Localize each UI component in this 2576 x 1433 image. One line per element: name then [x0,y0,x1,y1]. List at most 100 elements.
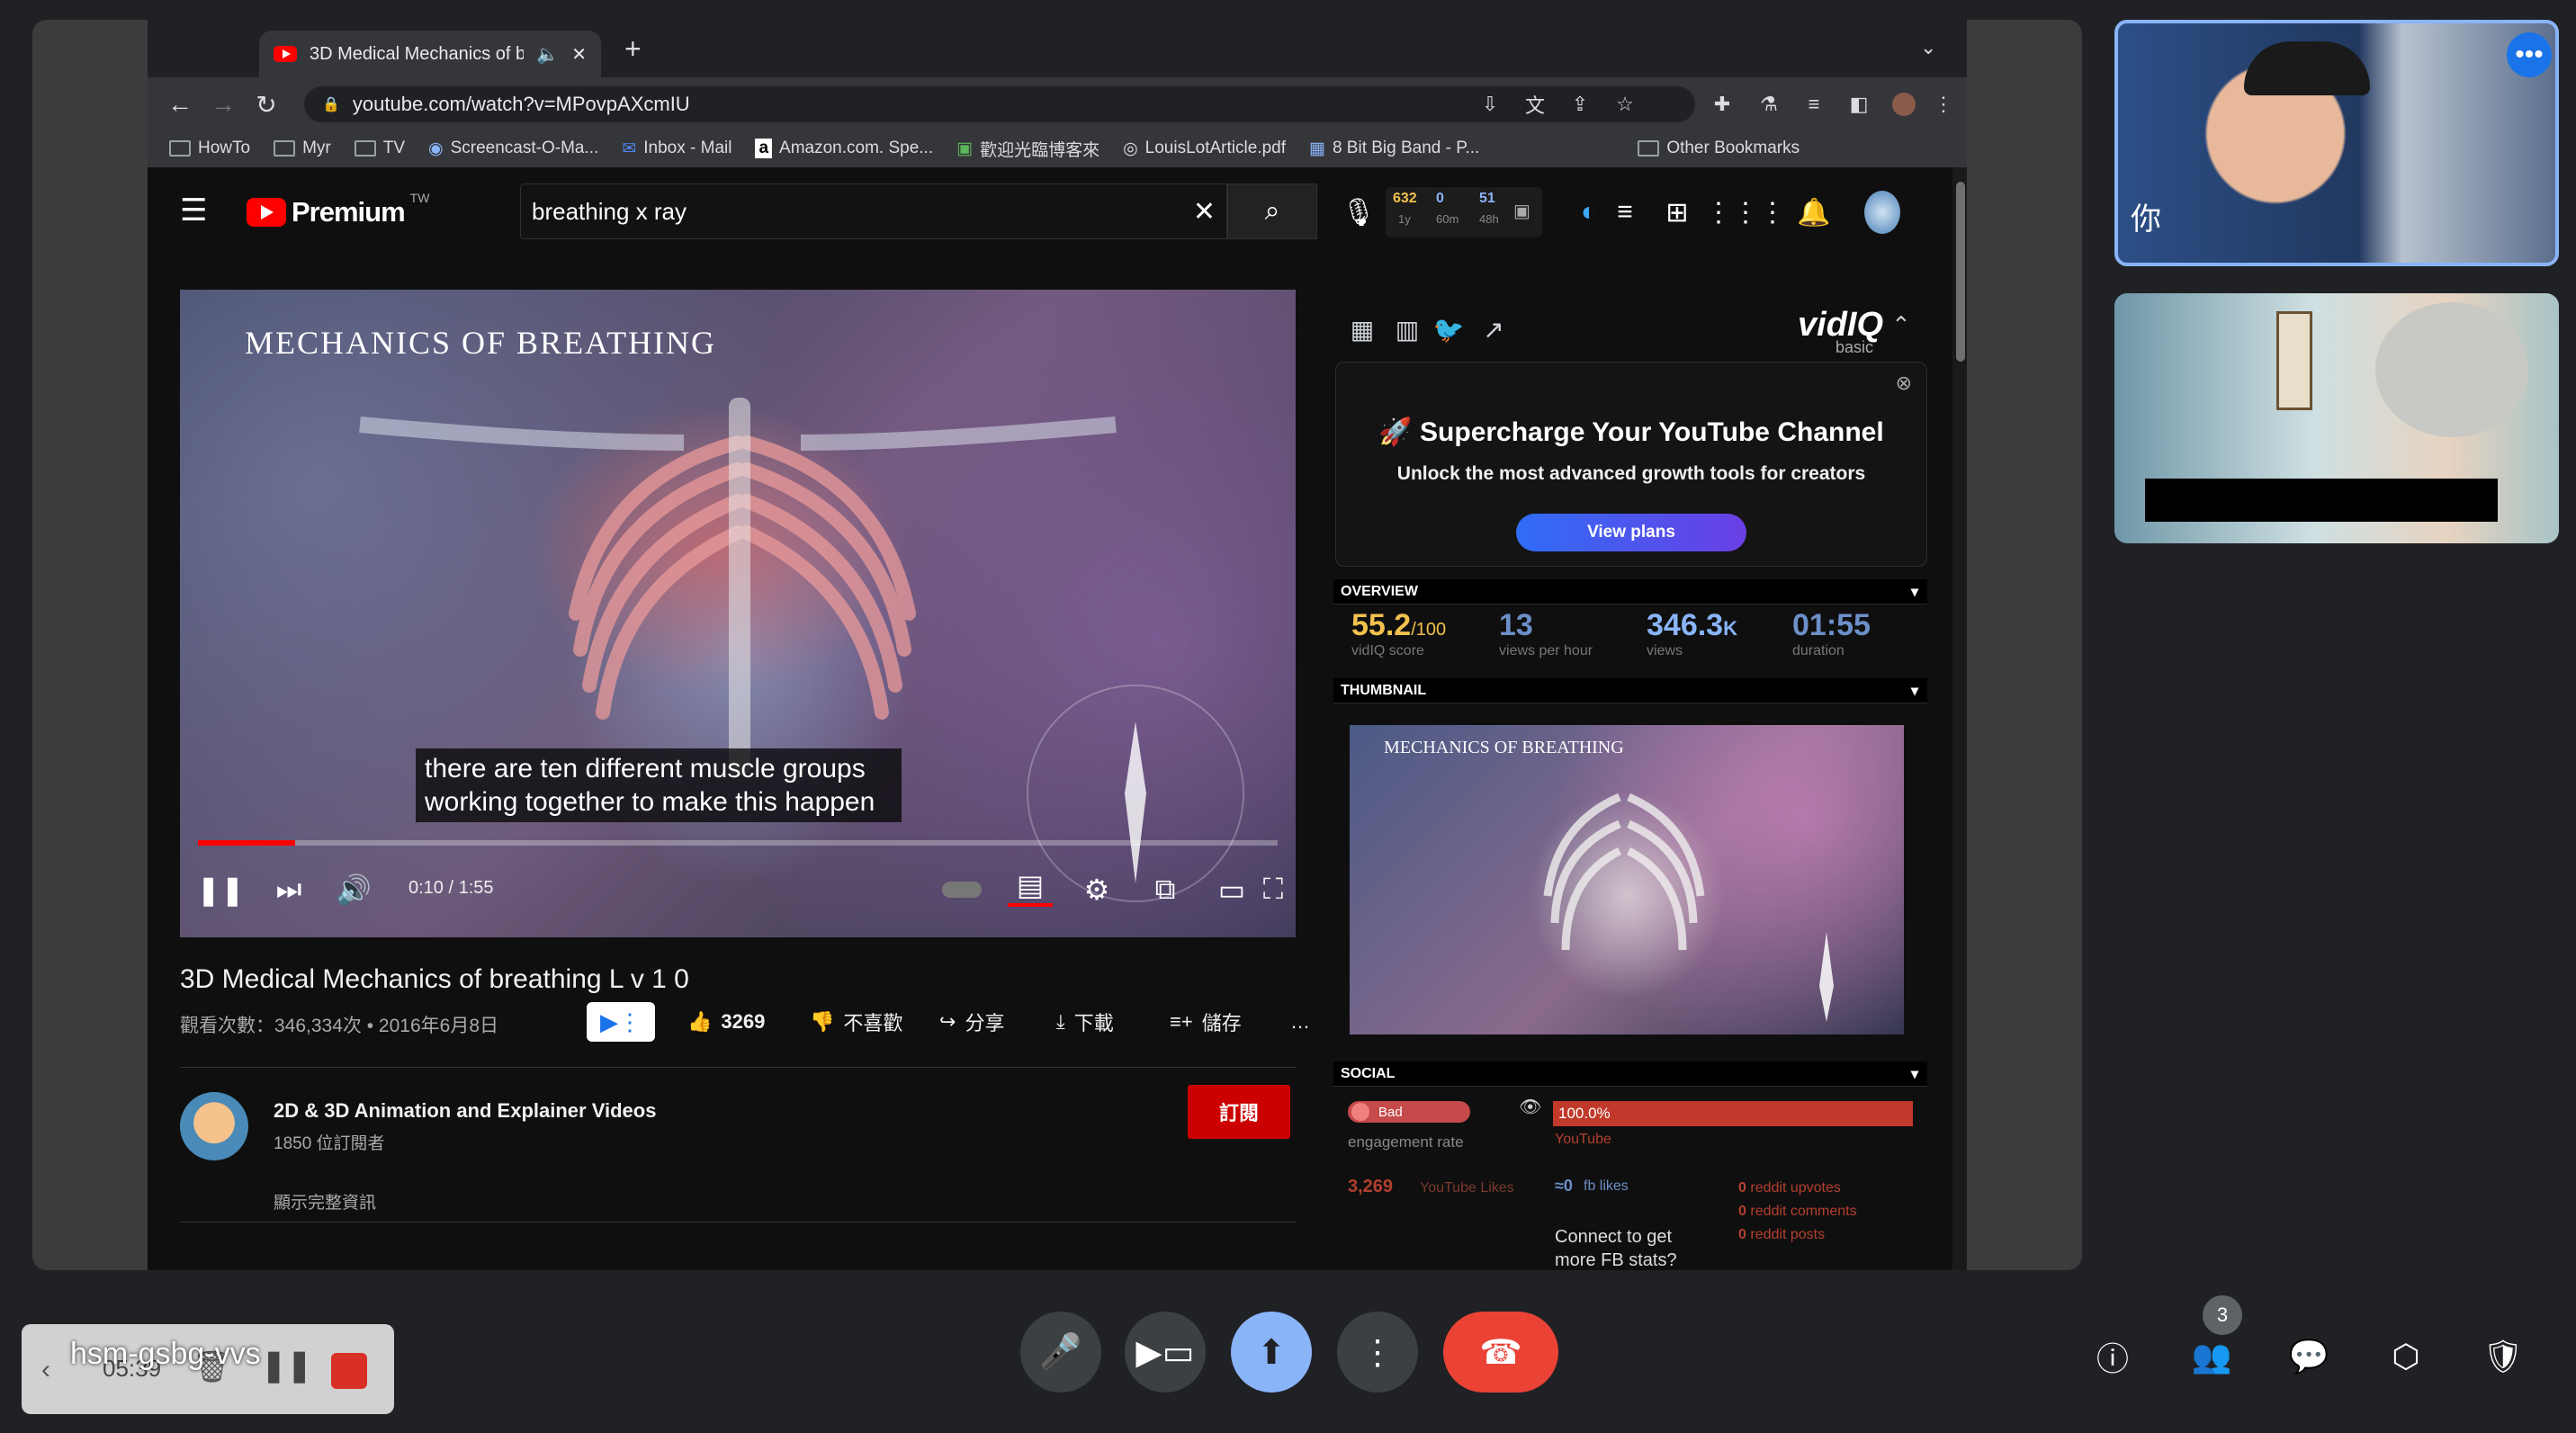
more-options-button[interactable]: ⋮ [1337,1312,1418,1393]
youtube-premium-logo[interactable]: Premium TW [247,191,429,228]
participant-tile-1[interactable]: 你 ••• [2114,20,2559,266]
fullscreen-icon[interactable]: ⛶ [1251,867,1296,912]
install-icon[interactable]: ⇩ [1476,90,1504,119]
host-controls-icon[interactable]: 🛡 [2480,1333,2527,1380]
activities-icon[interactable]: ⬡ [2383,1333,2429,1380]
tile-options-icon[interactable]: ••• [2507,32,2552,77]
close-promo-icon[interactable]: ⊗ [1896,372,1912,395]
vidiq-video-button[interactable]: ▶⋮ [587,1002,655,1042]
chrome-menu-icon[interactable]: ⋮ [1929,90,1958,119]
save-button[interactable]: ≡+ 儲存 [1170,1002,1242,1042]
share-button[interactable]: ↪ 分享 [939,1002,1004,1042]
social-header[interactable]: SOCIAL ▾ [1333,1061,1927,1087]
dislike-button[interactable]: 👎 不喜歡 [810,1002,902,1042]
stop-recording-button[interactable] [331,1353,367,1389]
hamburger-menu-icon[interactable]: ☰ [180,193,207,228]
bar-chart-icon[interactable]: ▥ [1389,311,1425,347]
download-button[interactable]: ⤓ 下載 [1056,1002,1114,1042]
scrollbar-thumb[interactable] [1956,182,1965,362]
extensions-puzzle-icon[interactable]: ✚ [1708,90,1737,119]
side-panel-icon[interactable]: ◧ [1844,90,1873,119]
voice-search-icon[interactable]: 🎙 [1341,194,1377,230]
miniplayer-icon[interactable]: ⧉ [1143,867,1188,912]
bookmark-star-icon[interactable]: ☆ [1611,90,1639,119]
settings-gear-icon[interactable]: ⚙ [1074,867,1119,912]
back-icon[interactable]: ← [164,88,196,121]
bookmark-8bit[interactable]: ▦ 8 Bit Big Band - P... [1309,139,1479,159]
create-video-icon[interactable]: ⊞ [1659,194,1695,230]
bookmark-books[interactable]: ▣ 歡迎光臨博客來 [956,137,1100,161]
lock-icon: 🔒 [322,97,340,112]
subscribe-button[interactable]: 訂閱 [1188,1085,1290,1139]
reading-list-icon[interactable]: ≡ [1800,90,1828,119]
chrome-window: 3D Medical Mechanics of b 🔈 ✕ + ⌄ ← → ↻ … [148,20,1967,1270]
profile-avatar[interactable] [1889,90,1918,119]
meeting-info-icon[interactable]: ⓘ [2089,1333,2136,1380]
bookmark-inbox[interactable]: ✉ Inbox - Mail [622,139,732,159]
bookmark-screencast[interactable]: ◉ Screencast-O-Ma... [428,139,598,159]
thumbs-down-icon: 👎 [810,1010,835,1033]
thumbnail-header[interactable]: THUMBNAIL ▾ [1333,678,1927,703]
twitter-icon[interactable]: 🐦 [1431,311,1467,347]
microphone-button[interactable]: 🎤 [1020,1312,1101,1393]
next-video-icon[interactable]: ⏭ [266,867,311,912]
new-tab-icon[interactable]: + [624,32,642,66]
people-icon[interactable]: 👥 [2188,1333,2235,1380]
bookmark-pdf[interactable]: ◎ LouisLotArticle.pdf [1123,139,1286,159]
tab-close-icon[interactable]: ✕ [571,43,587,66]
bookmark-tv[interactable]: TV [354,139,405,158]
vidiq-stats-extension[interactable]: 632 0 51 1y 60m 48h ▣ [1386,187,1542,237]
visibility-eye-icon[interactable]: 👁 [1519,1096,1541,1118]
notifications-bell-icon[interactable]: 🔔 [1796,194,1832,230]
autoplay-toggle-icon[interactable] [939,867,984,912]
folder-icon [354,140,376,157]
tab-search-chevron-icon[interactable]: ⌄ [1920,36,1936,59]
grid-icon[interactable]: ▦ [1344,311,1380,347]
view-plans-button[interactable]: View plans [1516,514,1746,551]
bookmark-other[interactable]: Other Bookmarks [1638,139,1800,158]
forward-icon[interactable]: → [207,88,239,121]
collapse-chevron-icon[interactable]: ⌃ [1891,311,1911,339]
subtitles-icon[interactable]: ▤ [1008,867,1053,907]
vidiq-toggle-icon[interactable]: ◐ [1571,194,1607,230]
bookmark-amazon[interactable]: a Amazon.com. Spe... [755,139,933,158]
trending-icon[interactable]: ↗ [1476,311,1512,347]
channel-avatar[interactable] [180,1092,248,1160]
bookmark-myr[interactable]: Myr [274,139,331,158]
participant-tile-2[interactable] [2114,293,2559,543]
search-input[interactable]: breathing x ray ✕ [520,184,1227,239]
channel-name[interactable]: 2D & 3D Animation and Explainer Videos [274,1099,656,1123]
pause-icon[interactable]: ❚❚ [196,867,245,912]
chat-icon[interactable]: 💬 [2285,1333,2332,1380]
pause-recording-icon[interactable]: ❚❚ [261,1348,312,1384]
clear-search-icon[interactable]: ✕ [1193,196,1216,228]
globe-icon: ◎ [1123,139,1138,158]
lab-flask-icon[interactable]: ⚗ [1755,90,1783,119]
present-screen-button[interactable]: ⬆ [1231,1312,1312,1393]
bookmark-howto[interactable]: HowTo [169,139,250,158]
connect-fb-prompt[interactable]: Connect to get more FB stats? [1555,1225,1677,1270]
books-icon: ▣ [956,139,974,158]
search-button[interactable]: ⌕ [1227,184,1317,239]
account-avatar[interactable] [1864,191,1900,234]
video-player[interactable]: MECHANICS OF BREATHING there are ten dif… [180,290,1296,937]
reload-icon[interactable]: ↻ [250,88,283,121]
progress-bar[interactable] [198,840,1278,846]
translate-icon[interactable]: 文 [1521,90,1549,119]
more-actions-icon[interactable]: … [1290,1002,1310,1042]
promo-subtitle: Unlock the most advanced growth tools fo… [1396,463,1866,484]
divider [180,1222,1296,1223]
audio-playing-icon[interactable]: 🔈 [536,43,559,66]
list-icon[interactable]: ≡ [1607,194,1643,230]
tab-youtube[interactable]: 3D Medical Mechanics of b 🔈 ✕ [259,31,601,77]
collapse-chevron-icon[interactable]: ‹ [41,1355,50,1385]
apps-grid-icon[interactable]: ⋮⋮⋮ [1705,194,1786,230]
volume-icon[interactable]: 🔊 [331,867,376,912]
theater-mode-icon[interactable]: ▭ [1209,867,1254,912]
like-button[interactable]: 👍 3269 [687,1002,765,1042]
overview-header[interactable]: OVERVIEW ▾ [1333,579,1927,605]
share-page-icon[interactable]: ⇪ [1566,90,1594,119]
show-more-link[interactable]: 顯示完整資訊 [274,1189,376,1214]
camera-button[interactable]: ▶▭ [1125,1312,1206,1393]
end-call-button[interactable]: ☎ [1443,1312,1558,1393]
